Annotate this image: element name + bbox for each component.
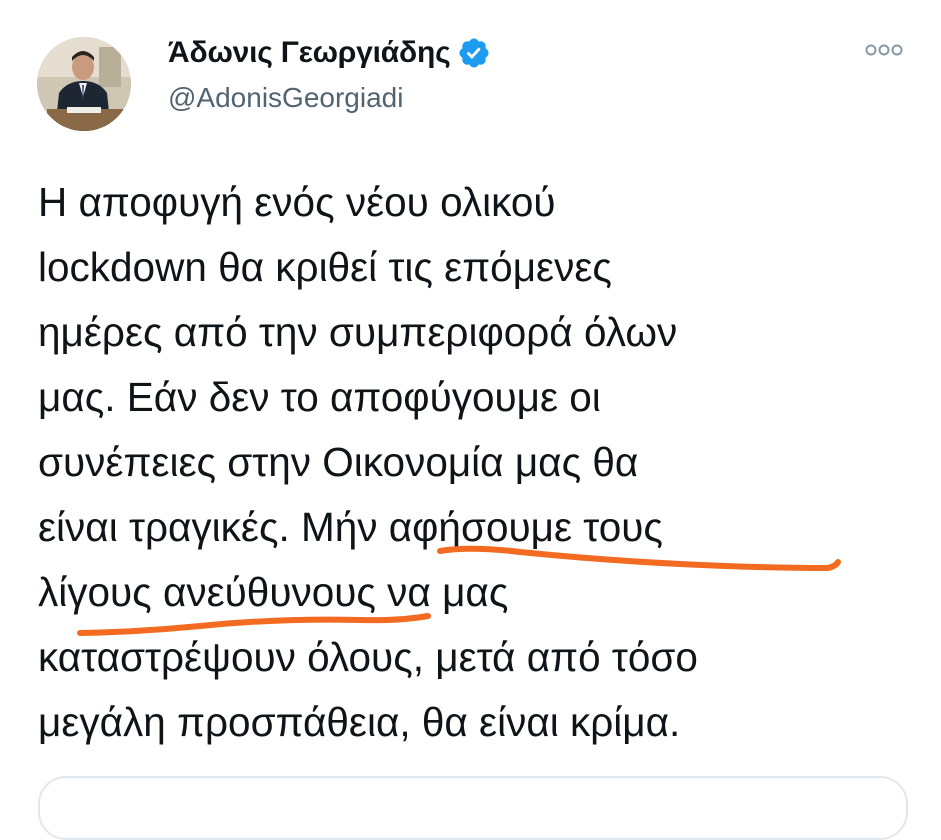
avatar[interactable] xyxy=(37,37,131,131)
author-handle[interactable]: @AdonisGeorgiadi xyxy=(168,82,403,114)
display-name[interactable]: Άδωνις Γεωργιάδης xyxy=(168,36,451,70)
more-horizontal-icon[interactable] xyxy=(862,38,906,62)
profile-photo xyxy=(37,37,131,131)
next-tweet-card[interactable] xyxy=(38,776,908,840)
verified-badge-icon xyxy=(457,36,491,70)
author-name-row[interactable]: Άδωνις Γεωργιάδης xyxy=(168,33,491,73)
tweet-text: Η αποφυγή ενός νέου ολικού lockdown θα κ… xyxy=(38,179,698,745)
